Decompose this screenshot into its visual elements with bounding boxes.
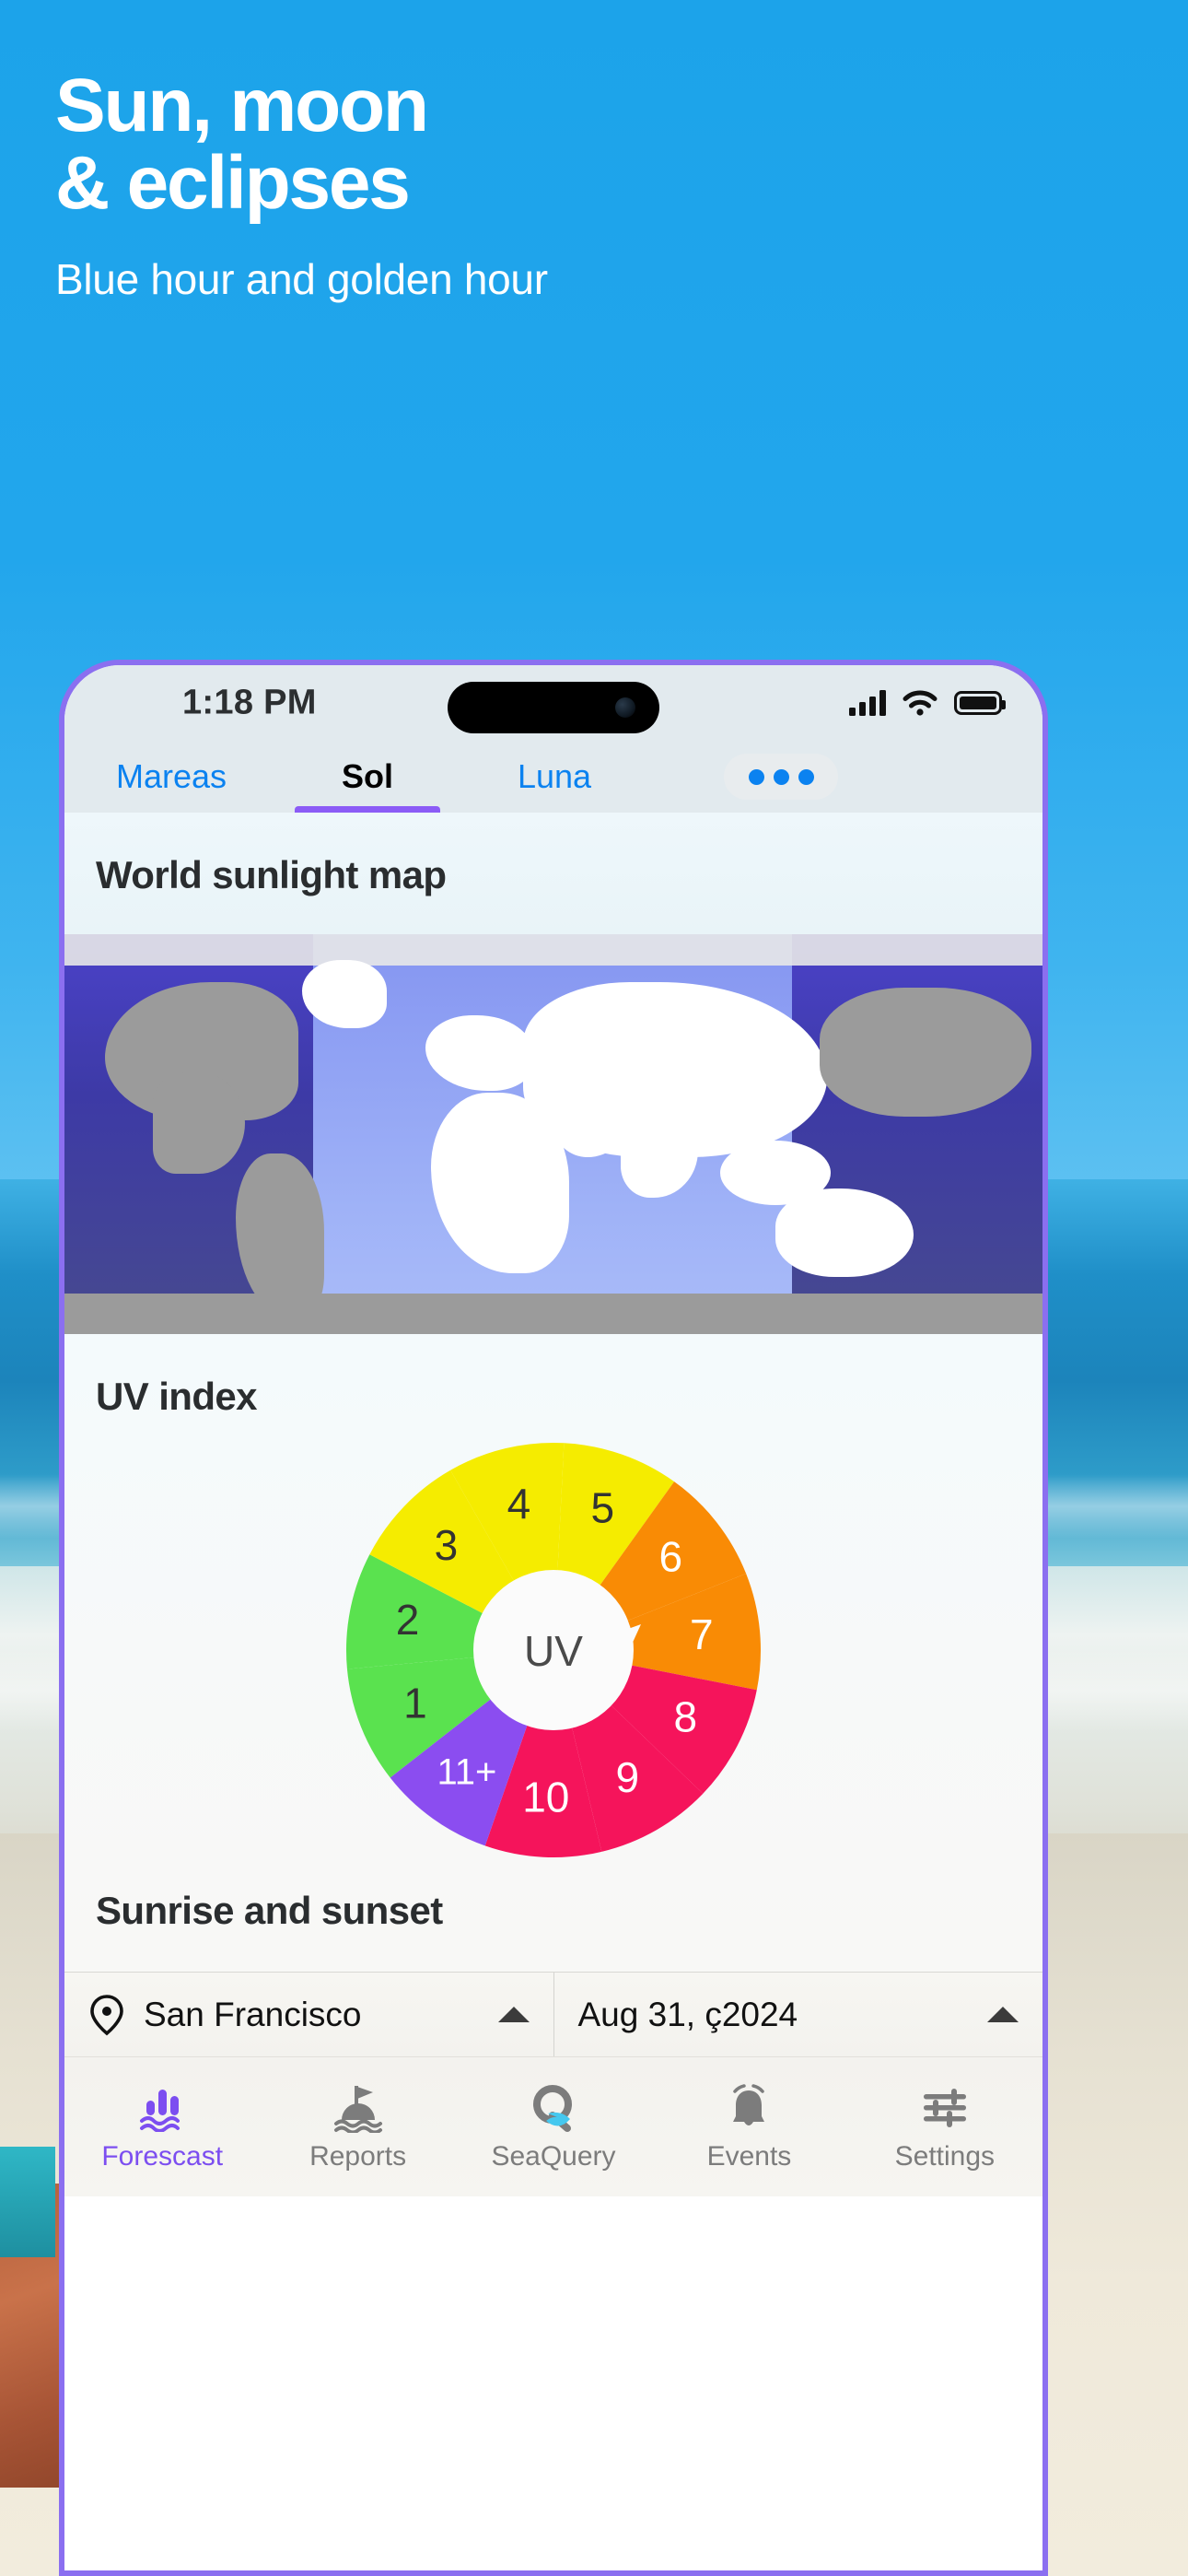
nav-item-forescast[interactable]: Forescast <box>64 2057 260 2196</box>
tab-mareas[interactable]: Mareas <box>64 741 278 813</box>
page-title: Sun, moon & eclipses <box>55 68 1068 225</box>
wifi-icon <box>903 690 938 716</box>
uv-segment-label-11+: 11+ <box>437 1751 496 1792</box>
uv-wheel-svg: UV 1 234 567 89 10 11+ <box>346 1443 761 1857</box>
location-date-row: San Francisco Aug 31, ç2024 <box>64 1972 1042 2056</box>
location-selector[interactable]: San Francisco <box>64 1973 553 2056</box>
tab-sol[interactable]: Sol <box>278 741 457 813</box>
tab-overflow-button[interactable] <box>724 754 838 800</box>
uv-segment-label-5: 5 <box>591 1484 615 1532</box>
location-pin-icon <box>90 1994 123 2035</box>
dynamic-island <box>448 682 659 733</box>
caret-up-icon[interactable] <box>987 2007 1019 2022</box>
status-bar-icons <box>849 690 1006 716</box>
page-subtitle: Blue hour and golden hour <box>55 255 548 304</box>
page-title-line-1: Sun, moon <box>55 64 429 147</box>
tab-sol-label: Sol <box>341 757 393 795</box>
uv-segment-label-10: 10 <box>522 1773 569 1821</box>
world-sunlight-map[interactable] <box>64 934 1042 1334</box>
tab-mareas-label: Mareas <box>115 757 227 795</box>
nav-label-reports: Reports <box>309 2140 407 2172</box>
tab-luna-label: Luna <box>517 757 592 795</box>
continent-australia <box>775 1188 914 1277</box>
section-title-sunrise-sunset: Sunrise and sunset <box>96 1889 443 1932</box>
nav-label-events: Events <box>706 2140 792 2172</box>
uv-segment-label-6: 6 <box>658 1533 682 1581</box>
bell-icon <box>722 2082 775 2134</box>
uv-segment-label-7: 7 <box>690 1610 714 1658</box>
nav-label-forescast: Forescast <box>101 2140 224 2172</box>
section-title-world-sunlight-map: World sunlight map <box>64 813 1042 934</box>
uv-segment-label-2: 2 <box>396 1596 420 1644</box>
front-camera-icon <box>615 697 635 718</box>
nav-item-events[interactable]: Events <box>651 2057 846 2196</box>
caret-up-icon[interactable] <box>497 2007 530 2022</box>
uv-segment-label-9: 9 <box>616 1753 640 1801</box>
uv-segment-label-1: 1 <box>403 1680 427 1727</box>
section-title-uv-index: UV index <box>96 1375 258 1418</box>
continent-antarctica <box>64 1294 1042 1334</box>
uv-wheel-center-label: UV <box>524 1627 583 1675</box>
nav-item-settings[interactable]: Settings <box>847 2057 1042 2196</box>
background-person-accent <box>0 2147 55 2257</box>
nav-item-seaquery[interactable]: SeaQuery <box>456 2057 651 2196</box>
status-bar-time: 1:18 PM <box>182 683 317 722</box>
uv-segment-label-8: 8 <box>674 1692 698 1740</box>
buoy-flag-icon <box>329 2082 388 2134</box>
uv-index-panel: UV index UV 1 2 3 4 5 6 7 8 9 10 11+ Sunrise and s… <box>64 1334 1042 1972</box>
tide-bars-waves-icon <box>133 2082 192 2134</box>
date-selector[interactable]: Aug 31, ç2024 <box>553 1973 1043 2056</box>
uv-segment-label-4: 4 <box>507 1480 531 1528</box>
tab-luna[interactable]: Luna <box>457 741 652 813</box>
ellipsis-dot-icon <box>748 768 764 785</box>
q-wave-icon <box>526 2082 581 2134</box>
top-tab-bar: Mareas Sol Luna <box>64 741 1042 813</box>
continent-northeast-asia <box>820 988 1031 1117</box>
battery-full-icon <box>954 691 1006 715</box>
phone-mockup: 1:18 PM Mareas Sol Luna World sunlight m… <box>59 660 1048 2576</box>
ellipsis-dot-icon <box>798 768 814 785</box>
uv-segment-label-3: 3 <box>435 1521 459 1569</box>
nav-label-settings: Settings <box>894 2140 996 2172</box>
nav-item-reports[interactable]: Reports <box>260 2057 455 2196</box>
ellipsis-dot-icon <box>773 768 789 785</box>
hero-block: Sun, moon & eclipses Blue hour and golde… <box>55 68 1068 304</box>
marketing-screenshot: Sun, moon & eclipses Blue hour and golde… <box>0 0 1188 2576</box>
location-value: San Francisco <box>144 1995 362 2033</box>
map-arctic-cap <box>64 934 1042 966</box>
uv-index-wheel[interactable]: UV 1 2 3 4 5 6 7 8 9 10 11+ <box>339 1435 768 1865</box>
date-value: Aug 31, ç2024 <box>577 1995 798 2033</box>
bottom-navigation-bar: Forescast Reports SeaQuery Events Settin… <box>64 2056 1042 2196</box>
sliders-icon <box>918 2082 972 2134</box>
nav-label-seaquery: SeaQuery <box>491 2140 616 2172</box>
status-bar: 1:18 PM <box>64 665 1042 741</box>
continent-north-america-2 <box>153 1072 245 1174</box>
cellular-bars-icon <box>849 690 886 716</box>
page-title-line-2: & eclipses <box>55 140 411 225</box>
